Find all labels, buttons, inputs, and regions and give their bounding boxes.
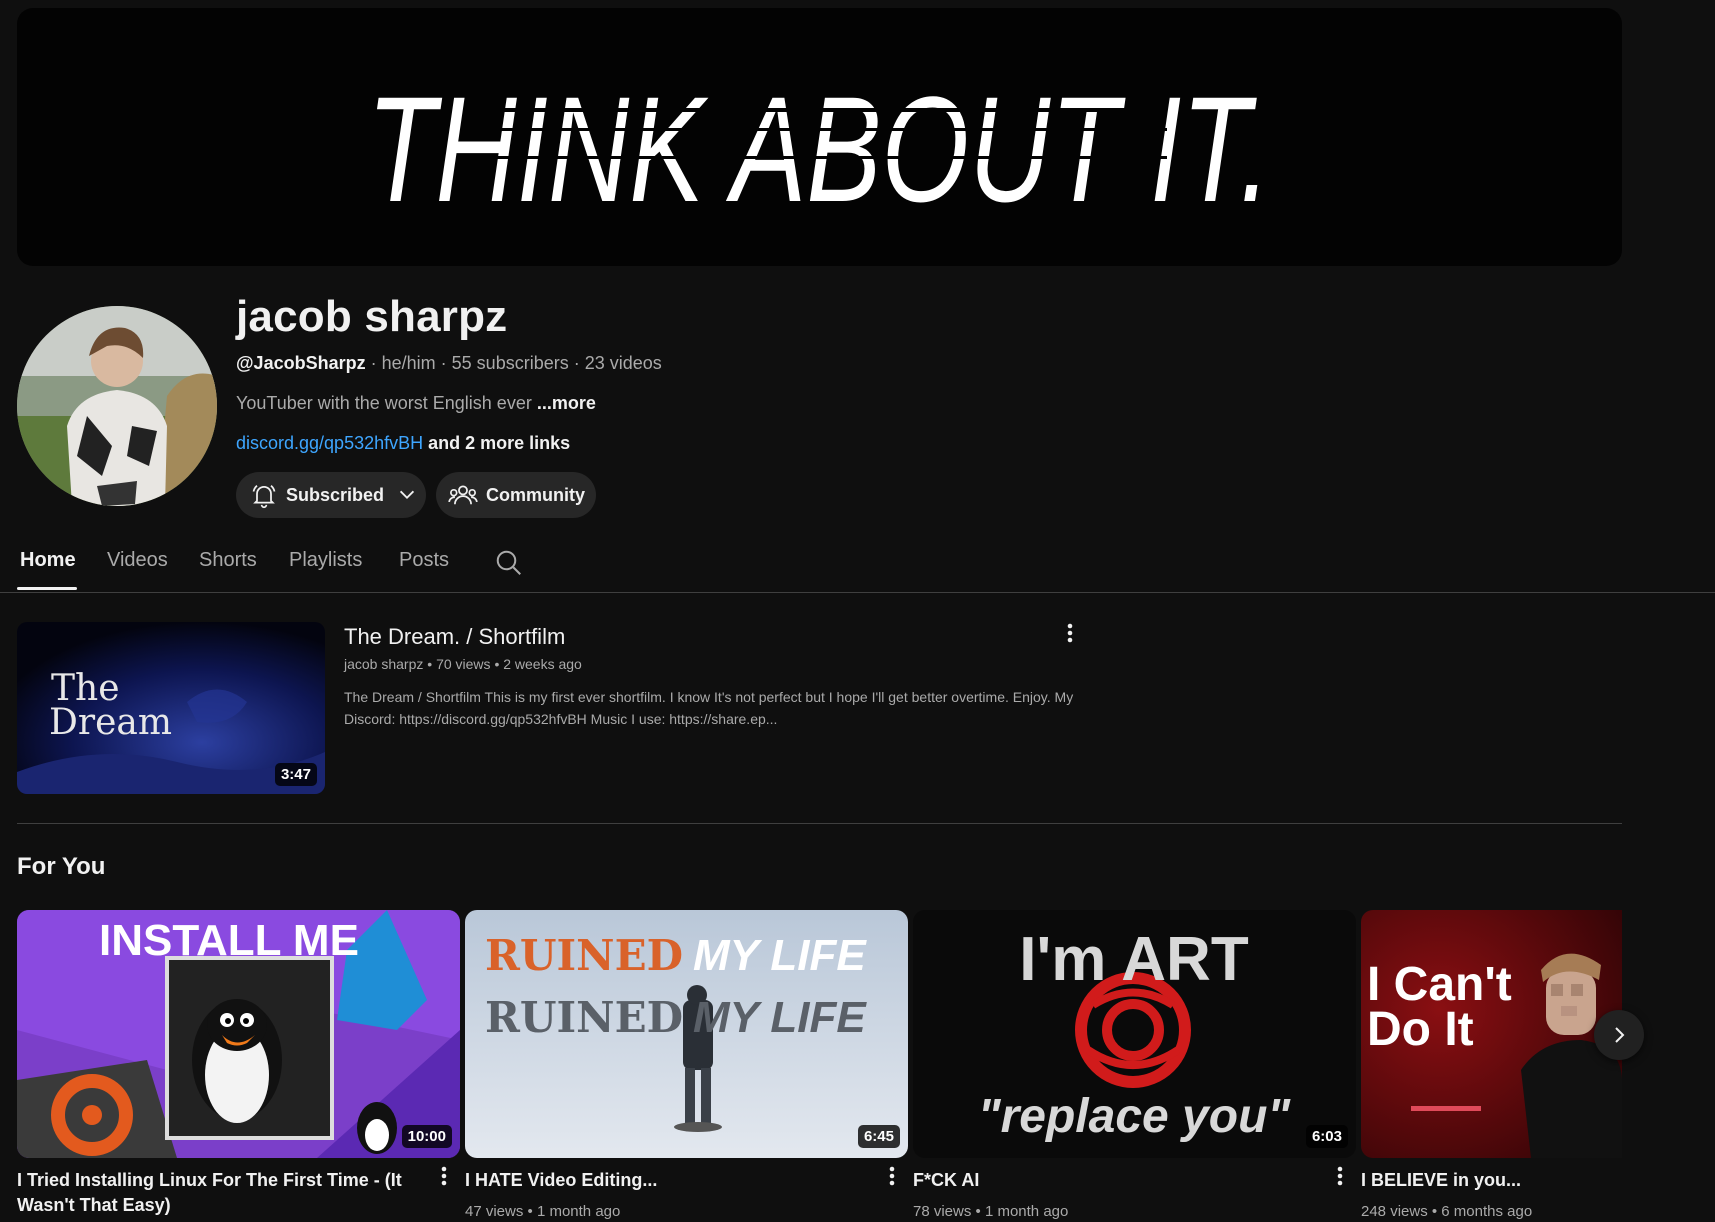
- duration-badge: 10:00: [401, 1125, 452, 1148]
- video-views: 78 views: [913, 1203, 972, 1220]
- tab-posts[interactable]: Posts: [399, 549, 449, 572]
- more-links-button[interactable]: and 2 more links: [428, 433, 570, 453]
- video-title[interactable]: I Tried Installing Linux For The First T…: [17, 1168, 417, 1218]
- subscriber-count: 55 subscribers: [451, 353, 569, 373]
- discord-link[interactable]: discord.gg/qp532hfvBH: [236, 433, 423, 453]
- subscribed-label: Subscribed: [286, 484, 385, 505]
- channel-pronouns: he/him: [381, 353, 436, 373]
- featured-channel[interactable]: jacob sharpz: [344, 656, 423, 672]
- channel-handle: @JacobSharpz: [236, 353, 366, 373]
- featured-age: 2 weeks ago: [503, 656, 582, 672]
- channel-links: discord.gg/qp532hfvBH and 2 more links: [236, 433, 570, 454]
- more-vert-icon[interactable]: [1330, 1164, 1350, 1190]
- search-icon[interactable]: [494, 548, 524, 583]
- tab-shorts[interactable]: Shorts: [199, 549, 257, 572]
- featured-thumbnail[interactable]: The Dream 3:47: [17, 622, 325, 794]
- meta-separator: •: [427, 656, 437, 672]
- video-meta: 248 views • 6 months ago: [1361, 1203, 1532, 1220]
- channel-avatar[interactable]: [17, 306, 217, 506]
- subscribed-button[interactable]: Subscribed: [236, 472, 426, 518]
- channel-tabs: Home Videos Shorts Playlists Posts: [0, 536, 1715, 593]
- banner-text: THINK ABOUT IT.: [367, 66, 1271, 233]
- meta-separator: •: [1431, 1203, 1442, 1220]
- duration-badge: 3:47: [274, 763, 317, 786]
- thumb-text: MY LIFE: [693, 931, 867, 980]
- thumb-text: Dream: [49, 702, 172, 743]
- thumb-text: RUINED: [485, 993, 683, 1042]
- carousel-next-button[interactable]: [1594, 1010, 1644, 1060]
- video-meta: 47 views • 1 month ago: [465, 1203, 620, 1220]
- thumb-text: RUINED: [485, 931, 683, 980]
- thumb-text: I'm ART: [1019, 925, 1249, 994]
- video-count: 23 videos: [584, 353, 662, 373]
- meta-separator: ·: [370, 353, 382, 373]
- active-tab-indicator: [17, 587, 77, 590]
- section-title: For You: [17, 853, 106, 880]
- thumb-text: INSTALL ME: [99, 916, 359, 965]
- bell-icon: [250, 481, 278, 509]
- channel-name: jacob sharpz: [236, 292, 508, 341]
- video-thumbnail[interactable]: I'm ART "replace you" 6:03: [913, 910, 1356, 1158]
- video-age: 6 months ago: [1441, 1203, 1533, 1220]
- video-thumbnail[interactable]: RUINED MY LIFE RUINED MY LIFE 6:45: [465, 910, 908, 1158]
- chevron-down-icon: [396, 484, 418, 506]
- community-label: Community: [486, 484, 585, 505]
- video-views: 248 views: [1361, 1203, 1428, 1220]
- featured-views: 70 views: [436, 656, 491, 672]
- meta-separator: ·: [440, 353, 452, 373]
- video-thumbnail[interactable]: I Can't Do It: [1361, 910, 1622, 1158]
- meta-separator: •: [975, 1203, 985, 1220]
- thumb-text: "replace you": [978, 1090, 1292, 1143]
- section-divider: [17, 823, 1622, 824]
- video-thumbnail[interactable]: INSTALL ME 10:00: [17, 910, 460, 1158]
- thumb-text: MY LIFE: [693, 993, 867, 1042]
- duration-badge: 6:45: [857, 1125, 900, 1148]
- people-icon: [448, 481, 478, 509]
- video-title[interactable]: I BELIEVE in you...: [1361, 1168, 1622, 1193]
- video-age: 1 month ago: [536, 1203, 621, 1220]
- more-vert-icon[interactable]: [434, 1164, 454, 1190]
- more-vert-icon[interactable]: [1060, 620, 1080, 648]
- video-meta: 78 views • 1 month ago: [913, 1203, 1068, 1220]
- channel-banner: THINK ABOUT IT.: [17, 8, 1622, 266]
- description-text: YouTuber with the worst English ever: [236, 393, 532, 413]
- more-link[interactable]: ...more: [537, 393, 596, 413]
- video-title[interactable]: F*CK AI: [913, 1168, 1313, 1193]
- meta-separator: ·: [573, 353, 585, 373]
- tab-playlists[interactable]: Playlists: [289, 549, 362, 572]
- featured-meta: jacob sharpz • 70 views • 2 weeks ago: [344, 656, 582, 672]
- featured-description: The Dream / Shortfilm This is my first e…: [344, 689, 1074, 727]
- channel-description[interactable]: YouTuber with the worst English ever ...…: [236, 393, 596, 414]
- tab-home[interactable]: Home: [20, 549, 76, 572]
- featured-title[interactable]: The Dream. / Shortfilm: [344, 624, 565, 650]
- tab-videos[interactable]: Videos: [107, 549, 168, 572]
- video-views: 47 views: [465, 1203, 524, 1220]
- meta-separator: •: [527, 1203, 537, 1220]
- thumb-text: Do It: [1367, 1003, 1474, 1056]
- video-title[interactable]: I HATE Video Editing...: [465, 1168, 865, 1193]
- more-vert-icon[interactable]: [882, 1164, 902, 1190]
- chevron-right-icon: [1607, 1023, 1631, 1047]
- community-button[interactable]: Community: [436, 472, 596, 518]
- channel-meta: @JacobSharpz · he/him · 55 subscribers ·…: [236, 353, 662, 374]
- video-age: 1 month ago: [984, 1203, 1069, 1220]
- duration-badge: 6:03: [1305, 1125, 1348, 1148]
- meta-separator: •: [494, 656, 504, 672]
